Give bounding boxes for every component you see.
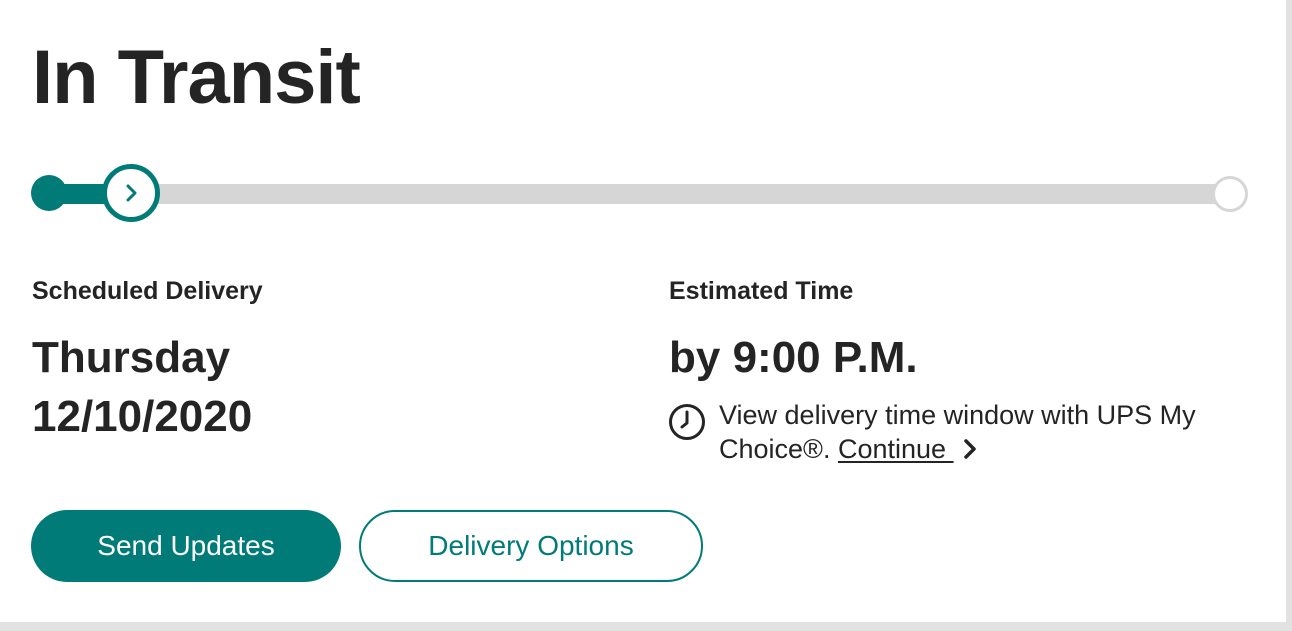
- delivery-date: 12/10/2020: [32, 392, 253, 441]
- progress-current-node: [102, 164, 160, 222]
- delivery-day: Thursday: [32, 333, 231, 382]
- send-updates-button[interactable]: Send Updates: [31, 510, 341, 582]
- chevron-right-icon[interactable]: [962, 438, 978, 460]
- status-title: In Transit: [32, 35, 361, 120]
- mychoice-note: View delivery time window with UPS My Ch…: [668, 398, 1248, 466]
- scheduled-delivery-label: Scheduled Delivery: [32, 277, 263, 305]
- mychoice-note-text: View delivery time window with UPS My Ch…: [719, 398, 1248, 466]
- estimated-time-label: Estimated Time: [669, 277, 854, 305]
- clock-icon: [669, 404, 705, 440]
- continue-link[interactable]: Continue: [838, 434, 954, 464]
- progress-track: [46, 184, 1232, 204]
- progress-start-dot: [31, 175, 67, 211]
- delivery-options-button[interactable]: Delivery Options: [359, 510, 703, 582]
- chevron-right-icon: [126, 184, 137, 202]
- tracking-card: In Transit Scheduled Delivery Thursday 1…: [0, 0, 1286, 622]
- mychoice-note-message: View delivery time window with UPS My Ch…: [719, 400, 1196, 464]
- progress-end-node: [1212, 176, 1248, 212]
- estimated-time: by 9:00 P.M.: [669, 333, 918, 382]
